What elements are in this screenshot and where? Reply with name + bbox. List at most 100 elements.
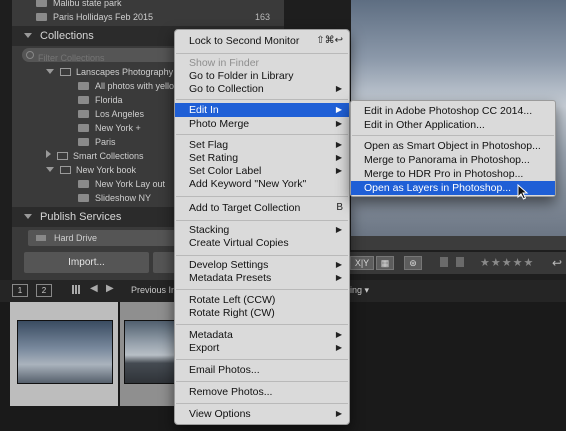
menu-item-create-virtual-copies[interactable]: Create Virtual Copies (175, 236, 349, 250)
menu-item-label: Set Rating (189, 152, 239, 164)
star-rating[interactable]: ★★★★★ (480, 256, 534, 269)
menu-item-label: View Options (189, 408, 251, 420)
collection-icon (78, 180, 89, 188)
menu-item-metadata[interactable]: Metadata ▶ (175, 328, 349, 342)
collection-set-icon (60, 68, 71, 76)
submenu-arrow-icon: ▶ (335, 260, 342, 269)
menu-item-stacking[interactable]: Stacking ▶ (175, 223, 349, 237)
submenu-arrow-icon: ▶ (335, 166, 342, 175)
menu-shortcut: B (336, 202, 343, 213)
search-icon (26, 51, 34, 59)
thumbnail[interactable] (124, 320, 178, 384)
menu-item-label: Email Photos... (189, 364, 260, 376)
menu-item-go-to-collection[interactable]: Go to Collection ▶ (175, 82, 349, 96)
submenu-item-edit-other-app[interactable]: Edit in Other Application... (351, 118, 555, 132)
collection-label: Florida (95, 95, 123, 105)
folder-count: 163 (254, 12, 270, 22)
filmstrip-cell[interactable] (10, 302, 118, 406)
menu-item-go-to-folder[interactable]: Go to Folder in Library (175, 69, 349, 83)
menu-item-label: Add to Target Collection (189, 202, 301, 214)
menu-item-develop-settings[interactable]: Develop Settings ▶ (175, 258, 349, 272)
submenu-arrow-icon: ▶ (335, 105, 342, 114)
collection-set-icon (57, 152, 68, 160)
forward-arrow-icon[interactable]: ▶ (106, 283, 114, 294)
collection-label: New York Lay out (95, 179, 166, 189)
menu-item-set-rating[interactable]: Set Rating ▶ (175, 151, 349, 165)
secondary-window-2-button[interactable]: 2 (36, 284, 52, 297)
menu-item-label: Add Keyword "New York" (189, 178, 307, 190)
menu-item-show-in-finder: Show in Finder (175, 56, 349, 70)
folder-icon (36, 13, 47, 21)
submenu-arrow-icon: ▶ (335, 153, 342, 162)
survey-view-button[interactable]: ▦ (376, 256, 394, 270)
folder-label: Malibu state park (53, 0, 122, 8)
collection-icon (78, 96, 89, 104)
folder-row[interactable]: Malibu state park (12, 0, 284, 10)
previous-import-label[interactable]: Previous Im (131, 285, 179, 295)
collapse-icon (24, 214, 32, 219)
menu-item-label: Remove Photos... (189, 386, 273, 398)
menu-item-label: Show in Finder (189, 57, 260, 69)
menu-item-label: Photo Merge (189, 118, 250, 130)
menu-item-label: Metadata (189, 329, 233, 341)
people-view-button[interactable]: ⊛ (404, 256, 422, 270)
folder-label: Paris Hollidays Feb 2015 (53, 12, 154, 22)
submenu-item-merge-panorama[interactable]: Merge to Panorama in Photoshop... (351, 153, 555, 167)
menu-item-set-flag[interactable]: Set Flag ▶ (175, 138, 349, 152)
menu-item-photo-merge[interactable]: Photo Merge ▶ (175, 117, 349, 131)
collection-set-icon (60, 166, 71, 174)
submenu-arrow-icon: ▶ (335, 225, 342, 234)
hard-drive-icon (36, 235, 46, 241)
collection-icon (78, 138, 89, 146)
menu-item-remove-photos[interactable]: Remove Photos... (175, 385, 349, 399)
menu-item-label: Develop Settings (189, 259, 269, 271)
menu-separator (176, 255, 348, 256)
menu-item-metadata-presets[interactable]: Metadata Presets ▶ (175, 271, 349, 285)
menu-separator (176, 99, 348, 100)
menu-item-add-to-target-collection[interactable]: Add to Target Collection B (175, 201, 349, 215)
menu-item-rotate-right[interactable]: Rotate Right (CW) (175, 306, 349, 320)
menu-item-label: Go to Collection (189, 83, 264, 95)
menu-item-rotate-left[interactable]: Rotate Left (CCW) (175, 293, 349, 307)
menu-item-label: Merge to Panorama in Photoshop... (364, 154, 530, 166)
submenu-item-merge-hdr[interactable]: Merge to HDR Pro in Photoshop... (351, 167, 555, 181)
menu-item-add-keyword[interactable]: Add Keyword "New York" (175, 177, 349, 191)
menu-separator (176, 53, 348, 54)
menu-item-edit-in[interactable]: Edit In ▶ (175, 103, 349, 117)
submenu-item-edit-photoshop[interactable]: Edit in Adobe Photoshop CC 2014... (351, 104, 555, 118)
thumbnail[interactable] (17, 320, 113, 384)
menu-item-lock-second-monitor[interactable]: Lock to Second Monitor ⇧⌘↩ (175, 34, 349, 48)
submenu-item-smart-object[interactable]: Open as Smart Object in Photoshop... (351, 139, 555, 153)
reject-flag-icon[interactable] (456, 257, 464, 267)
menu-item-set-color-label[interactable]: Set Color Label ▶ (175, 164, 349, 178)
menu-item-email-photos[interactable]: Email Photos... (175, 363, 349, 377)
menu-item-label: Metadata Presets (189, 272, 272, 284)
collection-label: Smart Collections (73, 151, 144, 161)
collection-label: Lanscapes Photography (76, 67, 174, 77)
import-button[interactable]: Import... (24, 252, 149, 273)
menu-separator (176, 381, 348, 382)
menu-item-label: Open as Layers in Photoshop... (364, 182, 512, 194)
folder-row[interactable]: Paris Hollidays Feb 2015 163 (12, 10, 284, 24)
menu-item-export[interactable]: Export ▶ (175, 341, 349, 355)
menu-item-view-options[interactable]: View Options ▶ (175, 407, 349, 421)
menu-separator (176, 196, 348, 197)
menu-separator (176, 220, 348, 221)
back-arrow-icon[interactable]: ◀ (90, 283, 98, 294)
filmstrip-cell[interactable] (120, 302, 178, 406)
menu-item-label: Stacking (189, 224, 230, 236)
menu-item-label: Create Virtual Copies (189, 237, 289, 249)
pick-flag-icon[interactable] (440, 257, 448, 267)
rotate-icon[interactable]: ↩ (552, 256, 562, 270)
menu-item-label: Rotate Right (CW) (189, 307, 275, 319)
hard-drive-label: Hard Drive (54, 233, 98, 243)
menu-item-label: Set Color Label (189, 165, 262, 177)
menu-item-label: Edit In (189, 104, 219, 116)
menu-item-label: Export (189, 342, 220, 354)
compare-view-button[interactable]: X|Y (350, 256, 374, 270)
expand-icon (46, 69, 54, 74)
collection-icon (78, 194, 89, 202)
secondary-window-1-button[interactable]: 1 (12, 284, 28, 297)
submenu-arrow-icon: ▶ (335, 343, 342, 352)
grid-view-icon[interactable] (72, 285, 81, 294)
